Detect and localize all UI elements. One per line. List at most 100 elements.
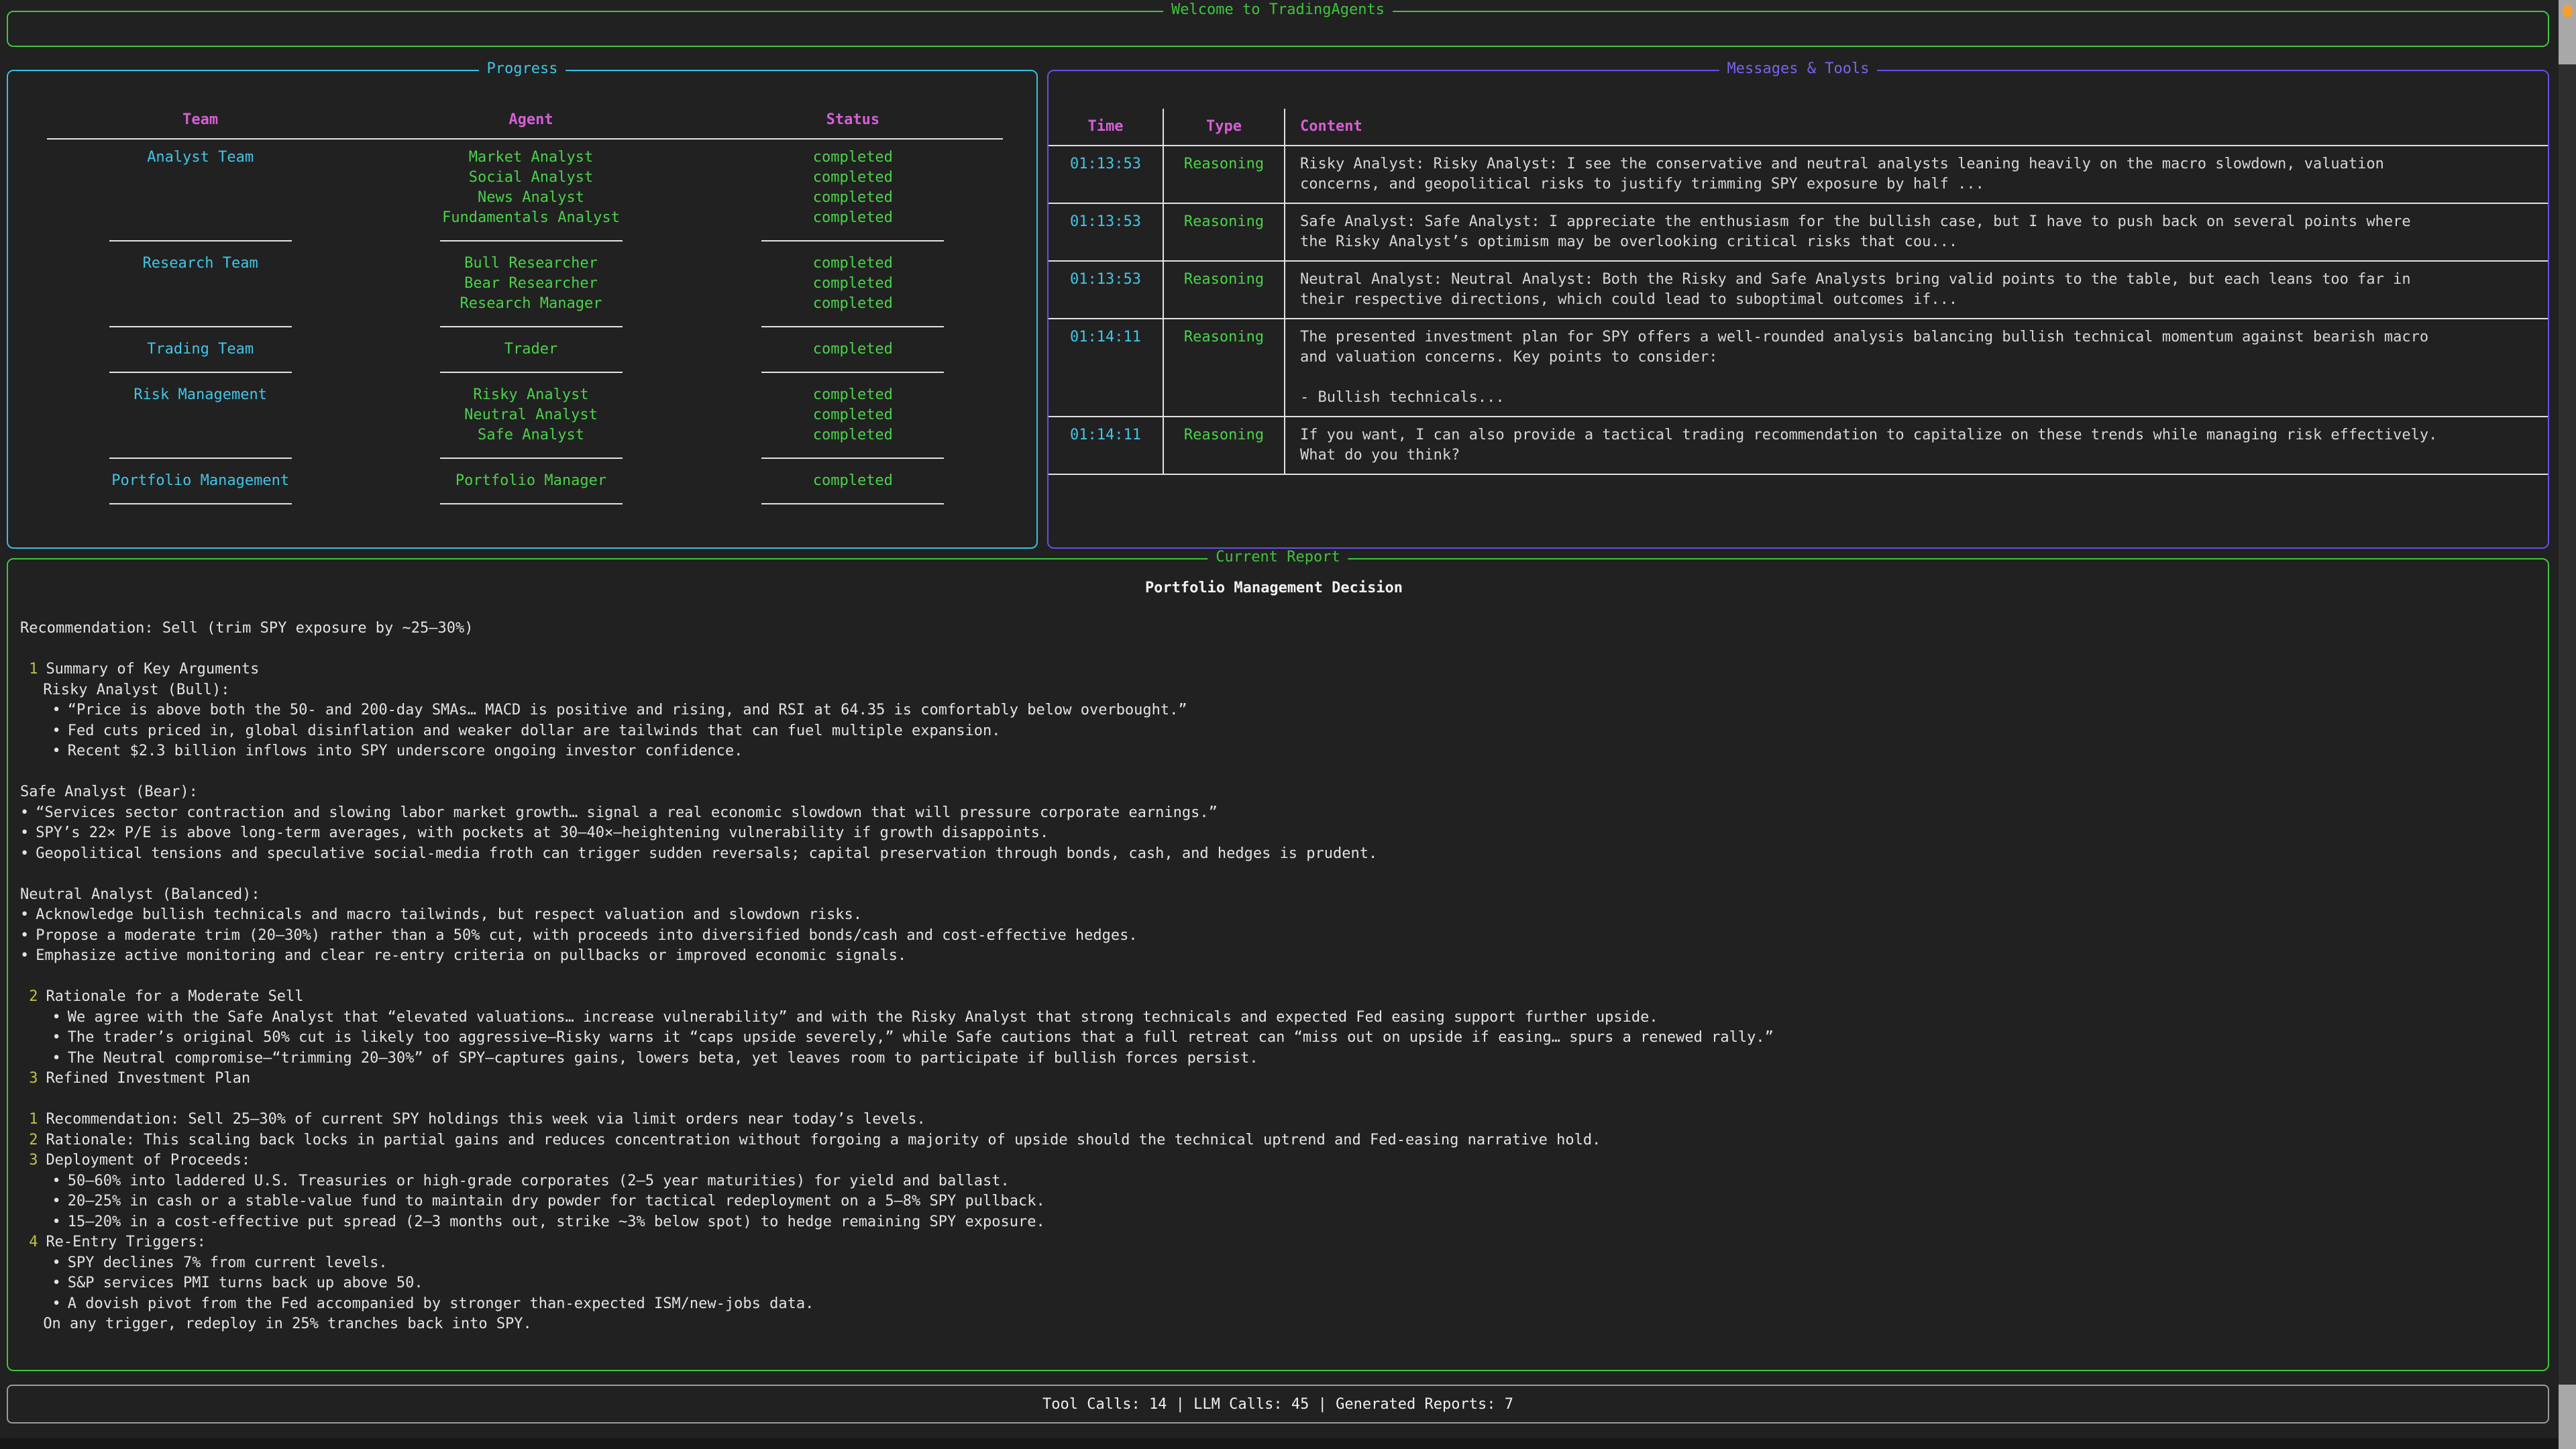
bottom-strip: [0, 1438, 2576, 1449]
scrollbar-thumb-top[interactable]: [2559, 0, 2576, 64]
messages-column-header: Content: [1285, 109, 2548, 145]
message-time-cell: 01:13:53: [1049, 262, 1164, 318]
report-line: [20, 639, 2528, 660]
progress-status-cell: completed: [669, 254, 1036, 274]
report-line-text: Refined Investment Plan: [46, 1070, 250, 1087]
report-line-text: Deployment of Proceeds:: [46, 1152, 250, 1169]
progress-column-header: Status: [669, 110, 1036, 130]
progress-team-cell: [8, 168, 392, 188]
stats-text: Tool Calls: 14 | LLM Calls: 45 | Generat…: [1042, 1396, 1513, 1413]
bullet-marker: •: [52, 1173, 61, 1189]
progress-team-cell: Portfolio Management: [8, 471, 392, 491]
report-line-text: Rationale for a Moderate Sell: [46, 988, 303, 1005]
table-row: 01:13:53ReasoningSafe Analyst: Safe Anal…: [1049, 204, 2548, 262]
report-line: 4Re-Entry Triggers:: [20, 1232, 2528, 1253]
list-number-marker: 3: [29, 1152, 38, 1169]
progress-agent-cell: Safe Analyst: [392, 425, 669, 445]
report-line-text: S&P services PMI turns back up above 50.: [68, 1275, 423, 1291]
scrollbar-thumb-bottom[interactable]: [2559, 1385, 2576, 1449]
list-number-marker: 1: [29, 661, 38, 678]
report-line: •Recent $2.3 billion inflows into SPY un…: [20, 741, 2528, 762]
progress-team-cell: [8, 208, 392, 228]
separator-segment: [761, 458, 944, 459]
progress-group-separator: [8, 445, 1036, 471]
table-row: 01:13:53ReasoningRisky Analyst: Risky An…: [1049, 146, 2548, 204]
list-number-marker: 2: [29, 1132, 38, 1148]
progress-group-separator: [8, 228, 1036, 254]
messages-column-header: Type: [1164, 109, 1285, 145]
report-panel: Current Report Portfolio Management Deci…: [7, 558, 2549, 1371]
separator-segment: [109, 503, 292, 504]
progress-status-cell: completed: [669, 405, 1036, 425]
progress-agent-cell: Trader: [392, 339, 669, 360]
table-row: Neutral Analystcompleted: [8, 405, 1036, 425]
bullet-marker: •: [52, 722, 61, 739]
report-line-text: “Price is above both the 50- and 200-day…: [68, 702, 1187, 718]
progress-header-separator: [47, 130, 1003, 148]
report-line-text: Emphasize active monitoring and clear re…: [36, 947, 906, 964]
table-row: Bear Researchercompleted: [8, 274, 1036, 294]
message-type-cell: Reasoning: [1164, 204, 1285, 260]
bullet-marker: •: [52, 1029, 61, 1046]
progress-panel-title: Progress: [479, 60, 566, 77]
progress-status-cell: completed: [669, 274, 1036, 294]
separator-segment: [109, 372, 292, 373]
report-line-text: Rationale: This scaling back locks in pa…: [46, 1132, 1601, 1148]
messages-table: TimeTypeContent01:13:53ReasoningRisky An…: [1049, 71, 2548, 475]
report-line: •The trader’s original 50% cut is likely…: [20, 1028, 2528, 1049]
report-line-text: Propose a moderate trim (20–30%) rather …: [36, 927, 1137, 944]
message-time-cell: 01:14:11: [1049, 319, 1164, 416]
bullet-marker: •: [20, 804, 29, 821]
list-number-marker: 1: [29, 1111, 38, 1128]
bullet-marker: •: [20, 927, 29, 944]
progress-status-cell: completed: [669, 385, 1036, 405]
report-line: [20, 967, 2528, 987]
list-number-marker: 2: [29, 988, 38, 1005]
progress-table: TeamAgentStatusAnalyst TeamMarket Analys…: [8, 71, 1036, 517]
report-line-text: Re-Entry Triggers:: [46, 1234, 205, 1250]
scroll-position-marker-icon: [2563, 5, 2573, 17]
report-line-text: SPY declines 7% from current levels.: [68, 1254, 388, 1271]
messages-column-header: Time: [1049, 109, 1164, 145]
separator-segment: [109, 326, 292, 327]
report-line: •50–60% into laddered U.S. Treasuries or…: [20, 1171, 2528, 1192]
report-heading: Portfolio Management Decision: [20, 578, 2528, 598]
report-line: •SPY declines 7% from current levels.: [20, 1253, 2528, 1274]
report-line-text: SPY’s 22× P/E is above long-term average…: [36, 824, 1049, 841]
progress-group-separator: [8, 314, 1036, 339]
progress-status-cell: completed: [669, 208, 1036, 228]
separator-segment: [761, 240, 944, 241]
bullet-marker: •: [52, 1214, 61, 1230]
progress-agent-cell: Portfolio Manager: [392, 471, 669, 491]
report-line: 1Summary of Key Arguments: [20, 659, 2528, 680]
message-time-cell: 01:13:53: [1049, 204, 1164, 260]
report-line: •20–25% in cash or a stable-value fund t…: [20, 1191, 2528, 1212]
progress-panel: Progress TeamAgentStatusAnalyst TeamMark…: [7, 70, 1038, 549]
report-line: •Geopolitical tensions and speculative s…: [20, 844, 2528, 865]
report-line: •The Neutral compromise—“trimming 20–30%…: [20, 1049, 2528, 1069]
message-time-cell: 01:14:11: [1049, 417, 1164, 474]
table-row: Social Analystcompleted: [8, 168, 1036, 188]
bullet-marker: •: [20, 947, 29, 964]
table-row: Risk ManagementRisky Analystcompleted: [8, 385, 1036, 405]
terminal-screen: Welcome to TradingAgents Progress TeamAg…: [0, 0, 2576, 1449]
progress-team-cell: [8, 405, 392, 425]
messages-panel-title: Messages & Tools: [1719, 60, 1878, 77]
report-line: Recommendation: Sell (trim SPY exposure …: [20, 619, 2528, 639]
table-row: Safe Analystcompleted: [8, 425, 1036, 445]
bullet-marker: •: [52, 1275, 61, 1291]
progress-agent-cell: Social Analyst: [392, 168, 669, 188]
message-time-cell: 01:13:53: [1049, 146, 1164, 203]
report-line-text: We agree with the Safe Analyst that “ele…: [68, 1009, 1658, 1026]
report-line: On any trigger, redeploy in 25% tranches…: [20, 1314, 2528, 1335]
report-line-text: 15–20% in a cost-effective put spread (2…: [68, 1214, 1045, 1230]
report-line-text: Recent $2.3 billion inflows into SPY und…: [68, 743, 743, 759]
report-line: • Emphasize active monitoring and clear r…: [20, 946, 2528, 967]
progress-status-cell: completed: [669, 168, 1036, 188]
message-type-cell: Reasoning: [1164, 262, 1285, 318]
report-line: 3 Deployment of Proceeds:: [20, 1150, 2528, 1171]
progress-team-cell: [8, 425, 392, 445]
bullet-marker: •: [20, 906, 29, 923]
scrollbar[interactable]: [2559, 0, 2576, 1449]
report-line: Risky Analyst (Bull):: [20, 680, 2528, 701]
